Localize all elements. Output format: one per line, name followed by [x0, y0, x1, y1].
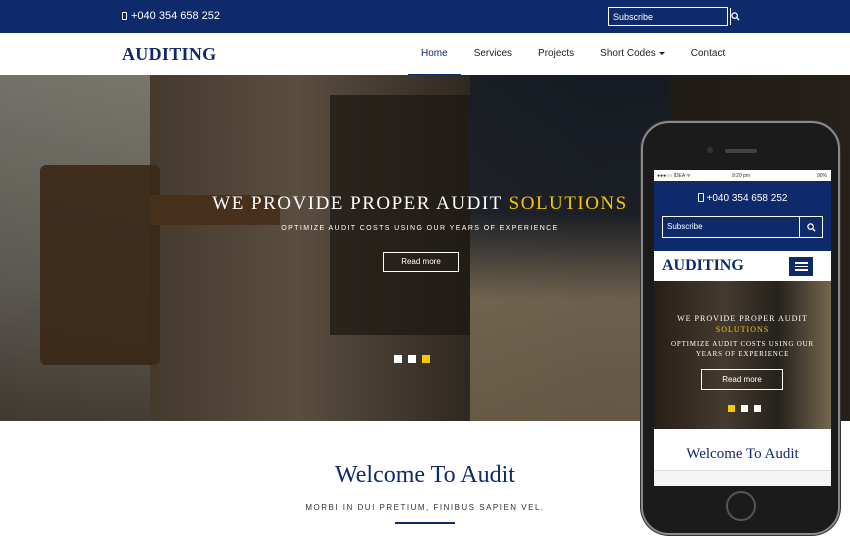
- slider-dot-active[interactable]: [422, 355, 430, 363]
- nav-item-label: Projects: [538, 48, 575, 59]
- slider-dot[interactable]: [408, 355, 416, 363]
- phone-hero-subtitle: OPTIMIZE AUDIT COSTS USING OUR YEARS OF …: [671, 340, 814, 358]
- status-battery: 90%: [816, 173, 827, 179]
- slider-dots: [394, 355, 430, 363]
- search-icon: [806, 222, 816, 232]
- phone-nav: AUDITING: [654, 251, 831, 281]
- status-carrier: ●●●○○ IDEA ᯤ: [657, 173, 691, 179]
- phone-contact: +040 354 658 252: [122, 10, 220, 22]
- slider-dot[interactable]: [394, 355, 402, 363]
- phone-hero-title-accent: SOLUTIONS: [715, 325, 770, 334]
- search-icon: [731, 12, 740, 21]
- phone-icon: [122, 12, 127, 20]
- phone-hero: WE PROVIDE PROPER AUDIT SOLUTIONS OPTIMIZ…: [654, 281, 831, 429]
- phone-icon: [697, 193, 704, 202]
- nav-item-services[interactable]: Services: [461, 33, 525, 75]
- phone-hero-title: WE PROVIDE PROPER AUDIT SOLUTIONS: [654, 313, 831, 335]
- site-logo[interactable]: AUDITING: [122, 44, 216, 65]
- top-bar: +040 354 658 252: [0, 0, 850, 33]
- nav-item-short-codes[interactable]: Short Codes: [587, 33, 678, 75]
- nav-item-label: Contact: [690, 48, 726, 59]
- phone-subscribe-form: Subscribe: [662, 216, 823, 238]
- caret-down-icon: [658, 51, 665, 55]
- phone-welcome-title: Welcome To Audit: [686, 446, 799, 462]
- phone-read-more-button[interactable]: Read more: [701, 369, 783, 390]
- nav-menu: Home Services Projects Short Codes Conta…: [408, 33, 738, 76]
- phone-number: +040 354 658 252: [131, 10, 221, 22]
- slider-dot[interactable]: [754, 405, 761, 412]
- nav-item-projects[interactable]: Projects: [525, 33, 587, 75]
- main-nav: AUDITING Home Services Projects Short Co…: [0, 33, 850, 76]
- hamburger-menu-icon[interactable]: [789, 257, 813, 276]
- search-button[interactable]: [731, 8, 740, 25]
- phone-hero-title-main: WE PROVIDE PROPER AUDIT: [677, 314, 808, 323]
- phone-home-button: [726, 491, 756, 521]
- phone-camera: [707, 147, 713, 153]
- phone-mockup: ●●●○○ IDEA ᯤ 9:20 pm 90% +040 354 658 25…: [641, 121, 840, 535]
- welcome-divider: [395, 522, 455, 524]
- phone-slider-dots: [728, 405, 761, 412]
- phone-top-bar: +040 354 658 252 Subscribe: [654, 181, 831, 251]
- phone-browser-bar: [654, 470, 831, 486]
- subscribe-input[interactable]: [609, 8, 731, 25]
- phone-mobile-number: +040 354 658 252: [706, 193, 788, 204]
- nav-item-label: Services: [473, 48, 513, 59]
- phone-screen: ●●●○○ IDEA ᯤ 9:20 pm 90% +040 354 658 25…: [654, 170, 831, 486]
- nav-item-label: Home: [421, 48, 448, 59]
- phone-speaker: [725, 149, 757, 153]
- nav-item-label: Short Codes: [600, 48, 656, 59]
- phone-mobile-contact: +040 354 658 252: [654, 193, 831, 204]
- nav-item-contact[interactable]: Contact: [678, 33, 738, 75]
- phone-status-bar: ●●●○○ IDEA ᯤ 9:20 pm 90%: [654, 170, 831, 181]
- status-time: 9:20 pm: [732, 173, 751, 179]
- hero-title-main: WE PROVIDE PROPER AUDIT: [212, 193, 509, 214]
- slider-dot-active[interactable]: [728, 405, 735, 412]
- phone-logo[interactable]: AUDITING: [662, 257, 744, 275]
- phone-subscribe-input[interactable]: Subscribe: [663, 217, 800, 237]
- nav-item-home[interactable]: Home: [408, 33, 461, 76]
- slider-dot[interactable]: [741, 405, 748, 412]
- phone-search-button[interactable]: [800, 217, 822, 237]
- subscribe-form: [608, 7, 740, 26]
- read-more-button[interactable]: Read more: [383, 252, 459, 272]
- hero-title-accent: SOLUTIONS: [508, 193, 628, 214]
